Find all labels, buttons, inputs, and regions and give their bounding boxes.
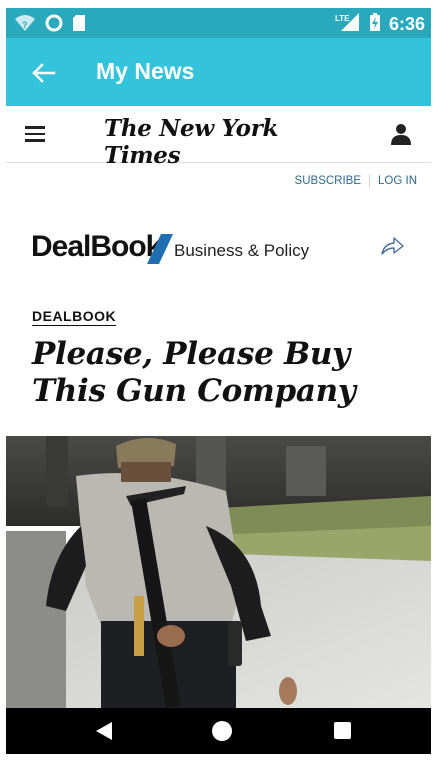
battery-charging-icon (369, 12, 381, 36)
dealbook-slash-mark (147, 234, 173, 264)
lte-signal-icon: LTE (335, 12, 361, 36)
status-left-icons: ? (14, 14, 86, 36)
recents-square-icon[interactable] (334, 722, 351, 739)
hamburger-menu-icon[interactable] (25, 126, 45, 142)
svg-text:?: ? (22, 20, 28, 30)
article-kicker[interactable]: DEALBOOK (32, 308, 117, 326)
system-nav-bar (6, 708, 431, 754)
account-icon[interactable] (391, 122, 411, 146)
phone-screen: ? LTE 6:36 My News The New York Times SU… (6, 8, 431, 754)
dealbook-brand-row: DealBook Business & Policy (31, 230, 411, 270)
svg-text:LTE: LTE (335, 14, 350, 23)
article-photo[interactable] (6, 436, 431, 708)
app-title: My News (96, 58, 195, 84)
arrow-left-icon (32, 63, 56, 83)
photo-illustration (6, 436, 431, 708)
article-headline[interactable]: Please, Please Buy This Gun Company (32, 336, 422, 410)
link-divider (369, 174, 371, 188)
wifi-question-icon: ? (14, 14, 36, 36)
circle-icon (45, 14, 63, 36)
account-links: SUBSCRIBE LOG IN (295, 174, 417, 188)
status-bar: ? LTE 6:36 (6, 8, 431, 38)
login-link[interactable]: LOG IN (378, 175, 417, 187)
back-button[interactable] (28, 58, 58, 88)
app-bar: My News (6, 38, 431, 106)
home-circle-icon[interactable] (212, 721, 232, 741)
nyt-logo[interactable]: The New York Times (104, 115, 344, 169)
back-triangle-icon[interactable] (94, 720, 114, 746)
dealbook-logo[interactable]: DealBook (31, 230, 162, 264)
status-time: 6:36 (388, 13, 425, 34)
sd-card-icon (72, 14, 86, 36)
dealbook-subtitle: Business & Policy (174, 241, 310, 260)
share-icon[interactable] (379, 234, 405, 258)
nyt-header: The New York Times (6, 106, 431, 169)
subscribe-link[interactable]: SUBSCRIBE (295, 175, 361, 187)
status-right-icons: LTE 6:36 (335, 12, 425, 36)
